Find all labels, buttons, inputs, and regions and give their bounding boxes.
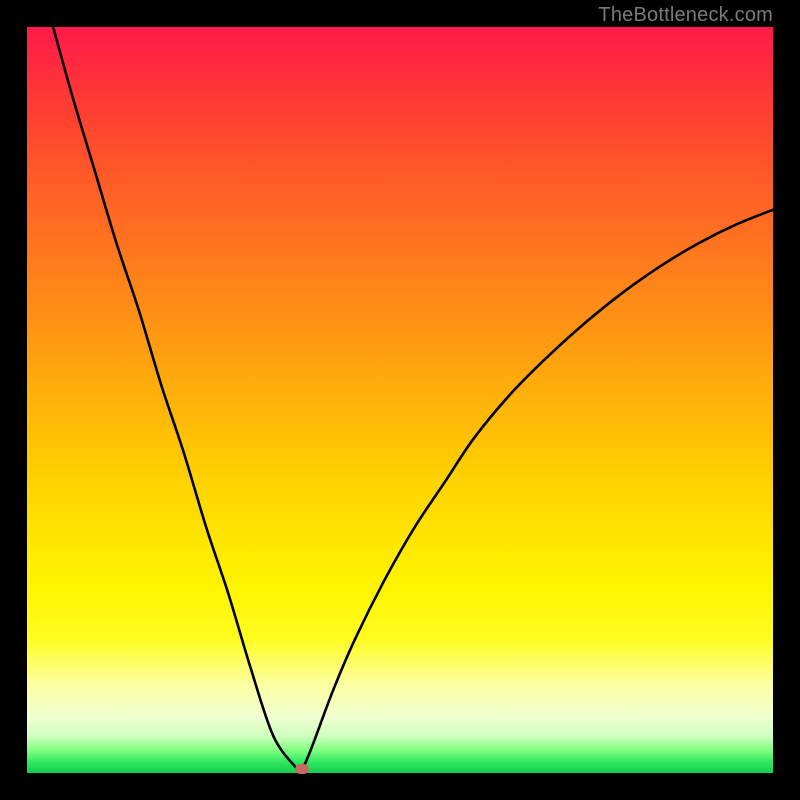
chart-container: TheBottleneck.com [0,0,800,800]
plot-gradient-background [27,27,773,773]
optimal-point-marker [295,764,309,774]
attribution-text: TheBottleneck.com [598,4,773,27]
